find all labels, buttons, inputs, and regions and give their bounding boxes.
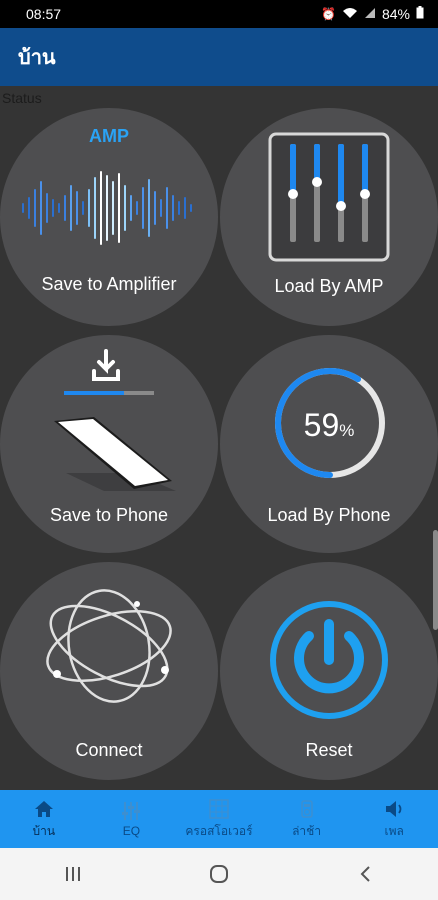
- reset-button[interactable]: Reset: [220, 562, 438, 780]
- eq-icon: [122, 802, 141, 820]
- reset-label: Reset: [305, 740, 353, 760]
- nav-label-home: บ้าน: [32, 823, 56, 838]
- nav-item-eq[interactable]: EQ: [88, 790, 175, 848]
- equalizer-sliders-icon: [268, 132, 390, 262]
- recent-apps-icon: [66, 867, 80, 881]
- percent-sign: %: [339, 421, 355, 440]
- signal-icon: [364, 7, 376, 22]
- recent-apps-button[interactable]: [53, 854, 93, 894]
- home-icon: [34, 800, 53, 817]
- home-circle-icon: [210, 865, 228, 883]
- load-by-amp-label: Load By AMP: [274, 276, 384, 296]
- bottom-nav: บ้าน EQ ครอสโอเวอร์ ล่าช้า เพล: [0, 790, 438, 848]
- connect-label: Connect: [75, 740, 143, 760]
- save-to-phone-button[interactable]: Save to Phone: [0, 335, 218, 553]
- nav-label-delay: ล่าช้า: [292, 823, 322, 838]
- nav-item-crossover[interactable]: ครอสโอเวอร์: [175, 790, 262, 848]
- status-label: Status: [2, 90, 42, 106]
- save-to-amplifier-button[interactable]: AMP Save to Amplifier: [0, 108, 218, 326]
- wifi-icon: [342, 7, 358, 22]
- nav-item-home[interactable]: บ้าน: [0, 790, 87, 848]
- amp-badge: AMP: [89, 126, 129, 146]
- system-nav-bar: [0, 848, 438, 900]
- battery-percent: 84%: [381, 6, 410, 22]
- delay-icon: [300, 799, 313, 818]
- scrollbar[interactable]: [433, 530, 438, 630]
- orbit-icon: [46, 589, 172, 703]
- nav-label-crossover: ครอสโอเวอร์: [185, 823, 253, 838]
- percent-readout: 59%: [220, 407, 438, 444]
- nav-label-speaker: เพล: [384, 823, 404, 838]
- back-button[interactable]: [345, 854, 385, 894]
- save-to-amplifier-label: Save to Amplifier: [41, 274, 177, 294]
- load-by-phone-label: Load By Phone: [267, 505, 391, 525]
- power-icon: [270, 601, 388, 719]
- download-phone-icon: [54, 349, 176, 491]
- home-system-button[interactable]: [199, 854, 239, 894]
- load-by-phone-button[interactable]: 59% Load By Phone: [220, 335, 438, 553]
- page-title: บ้าน: [18, 47, 56, 69]
- crossover-icon: [209, 798, 229, 819]
- nav-label-eq: EQ: [122, 824, 141, 838]
- connect-button[interactable]: Connect: [0, 562, 218, 780]
- app-bar: บ้าน: [0, 28, 438, 86]
- alarm-icon: ⏰: [321, 7, 336, 21]
- speaker-icon: [386, 800, 402, 817]
- status-icons: ⏰ 84%: [321, 6, 424, 22]
- load-by-amp-button[interactable]: Load By AMP: [220, 108, 438, 326]
- nav-item-delay[interactable]: ล่าช้า: [263, 790, 350, 848]
- save-to-phone-label: Save to Phone: [49, 505, 169, 525]
- percent-value: 59: [303, 407, 340, 443]
- waveform-icon: [22, 171, 192, 245]
- battery-icon: [416, 6, 424, 22]
- nav-item-speaker[interactable]: เพล: [351, 790, 438, 848]
- back-chevron-icon: [360, 866, 370, 882]
- status-time: 08:57: [26, 6, 62, 22]
- status-bar: 08:57 ⏰ 84%: [0, 0, 438, 28]
